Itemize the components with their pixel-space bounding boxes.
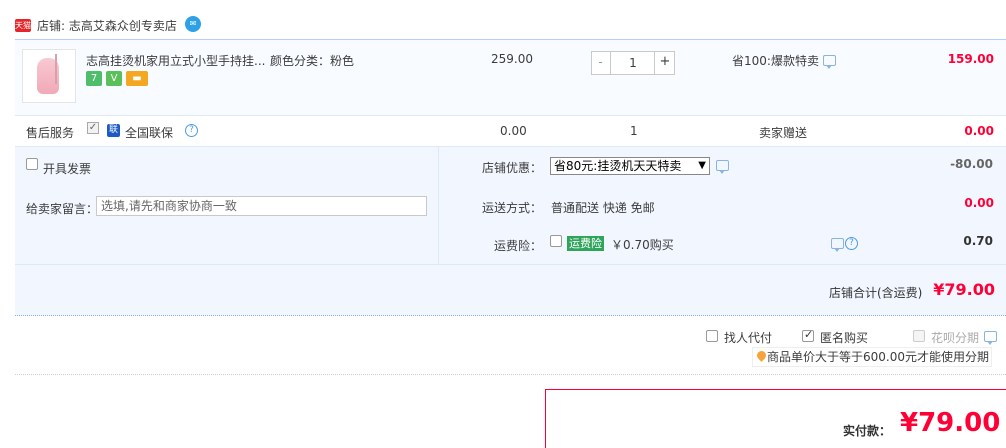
seller-gift-label: 卖家赠送 xyxy=(759,126,808,140)
warranty-checkbox[interactable]: ✓ xyxy=(87,122,99,134)
quantity-decrease-button[interactable]: - xyxy=(591,51,611,75)
warranty-name: 全国联保 xyxy=(125,126,174,140)
options-divider xyxy=(438,146,439,264)
insurance-info-icon[interactable] xyxy=(831,238,844,252)
credit-card-icon: ▬ xyxy=(126,71,148,86)
coupon-select[interactable]: 省80元:挂烫机天天特卖 ▼ xyxy=(550,157,710,175)
insurance-total: 0.70 xyxy=(963,234,993,248)
pay-value: ¥79.00 xyxy=(900,408,1001,438)
invoice-checkbox[interactable] xyxy=(26,158,38,170)
chevron-down-icon: ▼ xyxy=(698,160,706,171)
section-divider xyxy=(15,374,1006,375)
service-total: 0.00 xyxy=(964,124,994,138)
anonymous-label: 匿名购买 xyxy=(820,331,869,345)
coupon-info-icon[interactable] xyxy=(716,160,729,174)
promo-info-icon[interactable] xyxy=(823,55,836,69)
coupon-selected-value: 省80元:挂烫机天天特卖 xyxy=(554,159,682,173)
installment-note: 商品单价大于等于600.00元才能使用分期 xyxy=(752,347,992,367)
item-promotion: 省100:爆款特卖 xyxy=(732,54,819,68)
installment-label: 花呗分期 xyxy=(931,331,980,345)
installment-info-icon[interactable] xyxy=(984,331,997,345)
item-subtotal: 159.00 xyxy=(947,52,994,66)
message-label: 给卖家留言： xyxy=(26,202,99,216)
warranty-icon: 联 xyxy=(107,124,120,137)
wangwang-chat-icon[interactable]: ✉ xyxy=(185,16,201,32)
shipping-label: 运送方式： xyxy=(482,201,543,215)
quantity-input[interactable]: 1 xyxy=(612,51,654,75)
help-icon[interactable]: ? xyxy=(185,124,198,137)
proxy-pay-checkbox[interactable] xyxy=(706,330,718,342)
shipping-fee: 0.00 xyxy=(964,196,994,210)
insurance-label: 运费险： xyxy=(494,239,543,253)
coupon-label: 店铺优惠： xyxy=(482,161,543,175)
after-sales-label: 售后服务 xyxy=(26,126,75,140)
shop-total-value: ¥79.00 xyxy=(933,280,995,299)
quantity-increase-button[interactable]: + xyxy=(654,51,675,75)
product-sku: 颜色分类：粉色 xyxy=(270,54,355,68)
guarantee-icon: V xyxy=(106,71,122,86)
tmall-badge-icon: 天猫 xyxy=(15,19,31,32)
coupon-discount: -80.00 xyxy=(950,157,993,171)
insurance-price: ￥0.70购买 xyxy=(611,238,674,252)
pay-label: 实付款： xyxy=(843,424,892,438)
service-price: 0.00 xyxy=(500,124,527,138)
insurance-tag: 运费险 xyxy=(567,236,604,251)
product-thumbnail[interactable] xyxy=(22,49,76,103)
shop-name-link[interactable]: 店铺: 志高艾森众创专卖店 xyxy=(37,17,177,34)
shop-total-label: 店铺合计(含运费) xyxy=(829,286,923,300)
invoice-label: 开具发票 xyxy=(43,162,92,176)
seller-message-input[interactable] xyxy=(96,196,427,216)
proxy-pay-label: 找人代付 xyxy=(724,331,773,345)
shipping-method: 普通配送 快递 免邮 xyxy=(551,201,655,215)
insurance-help-icon[interactable]: ? xyxy=(845,237,858,250)
unit-price: 259.00 xyxy=(491,52,533,66)
service-qty: 1 xyxy=(630,124,638,138)
insurance-checkbox[interactable] xyxy=(550,235,562,247)
seven-day-return-icon: 7 xyxy=(86,71,102,86)
anonymous-checkbox[interactable] xyxy=(802,328,814,342)
installment-checkbox[interactable] xyxy=(913,330,925,342)
